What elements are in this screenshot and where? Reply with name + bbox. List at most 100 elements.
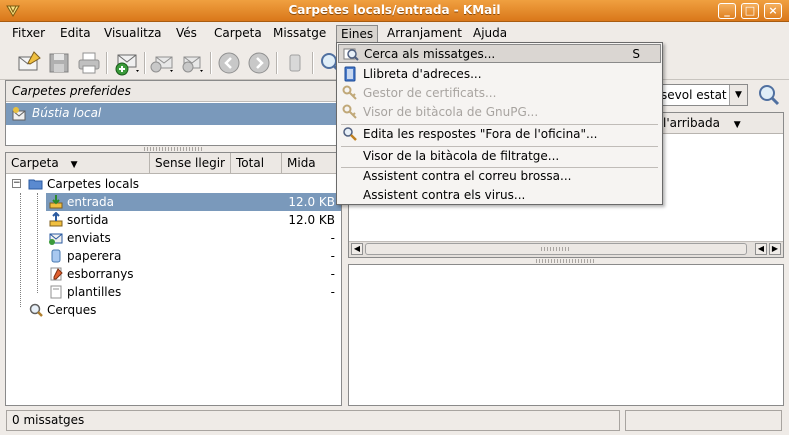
maximize-button[interactable]: □ xyxy=(741,3,759,19)
toolbar-separator xyxy=(276,52,278,74)
folder-root-local[interactable]: − Carpetes locals xyxy=(6,175,341,193)
menu-tools[interactable]: Eines xyxy=(336,25,379,43)
previous-message-button[interactable] xyxy=(216,50,242,76)
key-icon xyxy=(342,104,357,119)
reply-icon xyxy=(150,56,173,73)
arrow-left-icon xyxy=(218,52,240,74)
menu-item-shortcut: S xyxy=(632,47,640,61)
menu-item-label: Visor de la bitàcola de filtratge... xyxy=(363,149,560,163)
trash-icon xyxy=(289,54,301,72)
folder-size: 12.0 KB xyxy=(288,195,335,209)
scrollbar-thumb[interactable] xyxy=(365,243,747,255)
status-bar: 0 missatges xyxy=(0,408,789,435)
status-message-count: 0 missatges xyxy=(6,410,620,431)
folder-size: - xyxy=(330,267,335,281)
menu-settings[interactable]: Arranjament xyxy=(383,25,466,43)
forward-button[interactable] xyxy=(180,50,206,76)
new-message-button[interactable] xyxy=(16,50,42,76)
folder-name: Carpetes locals xyxy=(47,177,140,191)
folder-name: sortida xyxy=(67,213,109,227)
folder-item-outbox[interactable]: sortida 12.0 KB xyxy=(6,211,341,229)
print-button[interactable] xyxy=(76,50,102,76)
minimize-button[interactable]: _ xyxy=(718,3,736,19)
menu-item-filter-log-viewer[interactable]: Visor de la bitàcola de filtratge... xyxy=(338,147,661,166)
menu-help[interactable]: Ajuda xyxy=(469,25,511,43)
title-bar: Carpetes locals/entrada - KMail _ □ × xyxy=(0,0,789,22)
save-button[interactable] xyxy=(46,50,72,76)
kmail-window: Carpetes locals/entrada - KMail _ □ × Fi… xyxy=(0,0,789,435)
folder-item-drafts[interactable]: esborranys - xyxy=(6,265,341,283)
menu-message[interactable]: Missatge xyxy=(269,25,330,43)
key-icon xyxy=(342,85,357,100)
sent-mail-icon xyxy=(49,233,63,245)
menu-item-out-of-office[interactable]: Edita les respostes "Fora de l'oficina".… xyxy=(338,125,661,144)
scroll-left-icon[interactable]: ◀ xyxy=(755,243,767,255)
folder-item-inbox[interactable]: entrada 12.0 KB xyxy=(6,193,341,211)
maximize-icon: □ xyxy=(744,4,756,17)
folder-size: 12.0 KB xyxy=(288,213,335,227)
column-unread[interactable]: Sense llegir xyxy=(150,153,231,174)
folder-name: plantilles xyxy=(67,285,122,299)
toolbar-separator xyxy=(312,52,314,74)
column-size[interactable]: Mida xyxy=(282,153,341,174)
horizontal-scrollbar[interactable]: ◀ ◀ ▶ xyxy=(349,241,783,257)
folder-name: Cerques xyxy=(47,303,97,317)
address-book-icon xyxy=(344,66,356,82)
menu-go[interactable]: Vés xyxy=(172,25,201,43)
folder-item-templates[interactable]: plantilles - xyxy=(6,283,341,301)
menu-item-label: Assistent contra el correu brossa... xyxy=(363,169,572,183)
favorite-item-local-inbox[interactable]: Bústia local xyxy=(6,103,341,125)
toolbar-separator xyxy=(106,52,108,74)
scroll-right-icon[interactable]: ▶ xyxy=(769,243,781,255)
menu-folder[interactable]: Carpeta xyxy=(210,25,266,43)
folder-size: - xyxy=(330,249,335,263)
outbox-icon xyxy=(49,212,63,227)
search-options-button[interactable] xyxy=(756,82,782,108)
check-mail-icon xyxy=(115,54,139,76)
menu-view[interactable]: Visualitza xyxy=(100,25,166,43)
close-button[interactable]: × xyxy=(764,3,782,19)
sort-down-icon: ▼ xyxy=(733,120,741,130)
folder-tree-header: Carpeta ▼ Sense llegir Total Mida xyxy=(6,153,341,174)
inbox-icon xyxy=(49,195,63,209)
message-preview-pane[interactable] xyxy=(348,264,784,406)
folder-name: enviats xyxy=(67,231,111,245)
search-folder-icon xyxy=(29,303,43,317)
folder-open-icon xyxy=(28,179,43,190)
collapse-icon[interactable]: − xyxy=(12,179,21,188)
minimize-icon: _ xyxy=(724,4,730,17)
column-total[interactable]: Total xyxy=(231,153,282,174)
check-mail-button[interactable] xyxy=(114,50,140,76)
folder-size: - xyxy=(330,285,335,299)
menu-item-gnupg-log-viewer[interactable]: Visor de bitàcola de GnuPG... xyxy=(338,103,661,122)
folder-item-sent[interactable]: enviats - xyxy=(6,229,341,247)
folder-item-trash[interactable]: paperera - xyxy=(6,247,341,265)
menu-item-label: Llibreta d'adreces... xyxy=(363,67,482,81)
folder-size: - xyxy=(330,231,335,245)
menu-item-label: Cerca als missatges... xyxy=(364,47,496,61)
menu-item-search-messages[interactable]: Cerca als missatges... S xyxy=(338,44,661,63)
folder-name: entrada xyxy=(65,193,116,211)
menu-item-certificate-manager[interactable]: Gestor de certificats... xyxy=(338,84,661,103)
delete-button[interactable] xyxy=(282,50,308,76)
favorite-folders-pane: Carpetes preferides Bústia local xyxy=(5,80,342,146)
floppy-icon xyxy=(49,53,69,73)
close-icon: × xyxy=(768,4,778,17)
next-message-button[interactable] xyxy=(246,50,272,76)
chevron-down-icon[interactable]: ▼ xyxy=(729,85,747,105)
menu-item-antivirus-wizard[interactable]: Assistent contra els virus... xyxy=(338,186,661,205)
menu-item-label: Gestor de certificats... xyxy=(363,86,497,100)
splitter-grip xyxy=(143,147,204,151)
status-filter-combo[interactable]: sevol estat ▼ xyxy=(652,84,748,106)
column-folder[interactable]: Carpeta ▼ xyxy=(6,153,150,174)
reply-button[interactable] xyxy=(150,50,176,76)
menu-edit[interactable]: Edita xyxy=(56,25,95,43)
menu-file[interactable]: Fitxer xyxy=(8,25,49,43)
menu-item-spam-wizard[interactable]: Assistent contra el correu brossa... xyxy=(338,167,661,186)
forward-icon xyxy=(182,56,203,73)
arrow-right-icon xyxy=(248,52,270,74)
folder-searches[interactable]: Cerques xyxy=(6,301,341,319)
scroll-left-icon[interactable]: ◀ xyxy=(351,243,363,255)
menu-item-address-book[interactable]: Llibreta d'adreces... xyxy=(338,65,661,84)
menu-item-label: Visor de bitàcola de GnuPG... xyxy=(363,105,539,119)
